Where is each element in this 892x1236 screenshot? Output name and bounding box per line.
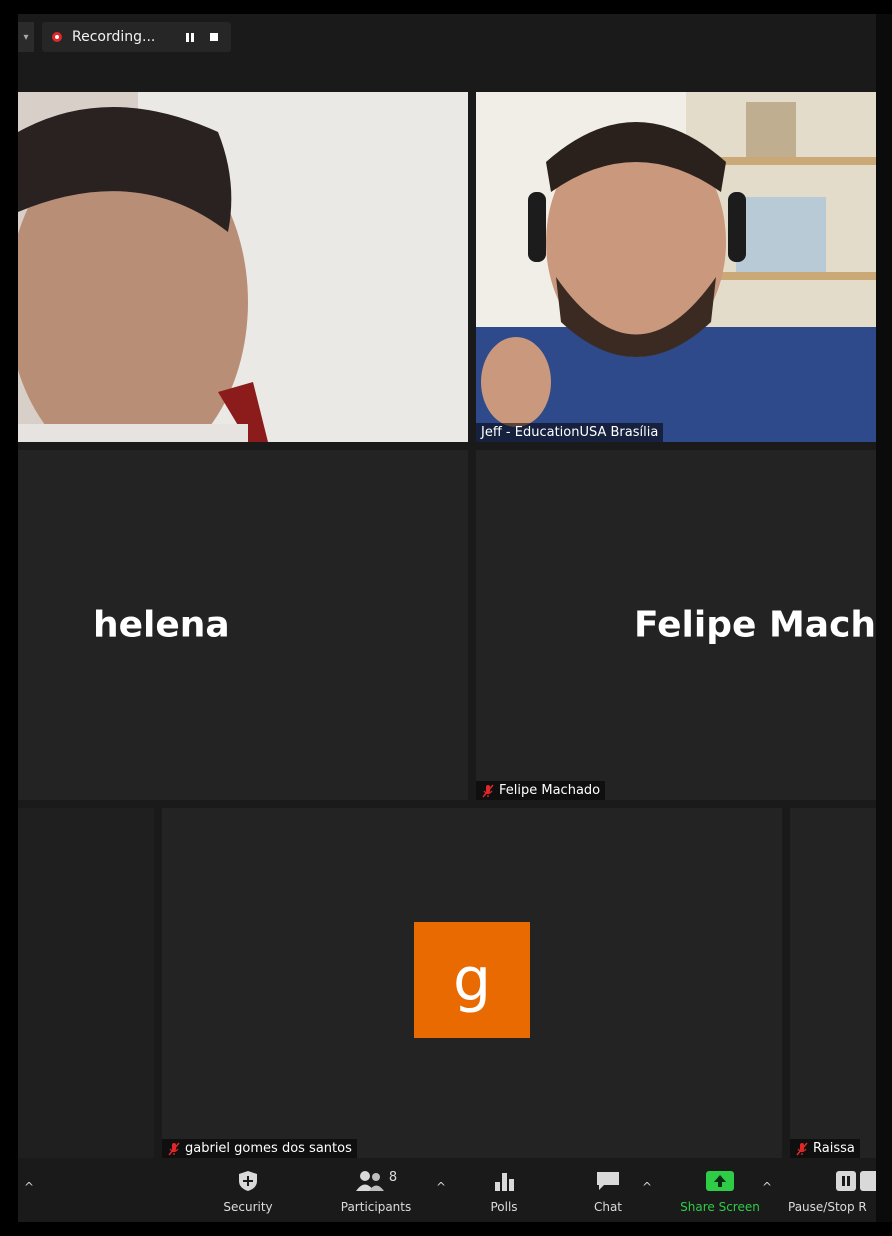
jeff-name: Jeff - EducationUSA Brasília bbox=[481, 425, 659, 440]
stop-icon bbox=[210, 33, 219, 41]
recording-indicator: Recording... bbox=[42, 22, 232, 52]
pause-stop-label: Pause/Stop R bbox=[788, 1200, 867, 1214]
participant-name-label: Felipe Machado bbox=[476, 781, 606, 800]
share-screen-button[interactable]: Share Screen bbox=[680, 1170, 760, 1214]
participant-tile-helena[interactable]: helena bbox=[18, 450, 468, 800]
participant-name-label: Raissa bbox=[790, 1139, 860, 1158]
pause-stop-recording-button[interactable]: Pause/Stop R bbox=[788, 1170, 876, 1214]
polls-label: Polls bbox=[490, 1200, 518, 1214]
pause-icon bbox=[186, 32, 195, 42]
chat-icon bbox=[597, 1172, 619, 1190]
view-options-caret[interactable]: ▾ bbox=[18, 22, 34, 52]
meeting-window: ▾ Recording... Jeff - EducationUSA Brasí… bbox=[18, 14, 876, 1222]
security-button[interactable]: Security bbox=[208, 1170, 288, 1214]
recording-dot-icon bbox=[52, 32, 62, 42]
muted-mic-icon bbox=[482, 784, 494, 797]
share-screen-icon bbox=[706, 1171, 734, 1191]
recording-bar: ▾ Recording... bbox=[18, 22, 232, 52]
gabriel-name: gabriel gomes dos santos bbox=[185, 1141, 352, 1156]
audio-options-caret[interactable]: ^ bbox=[24, 1180, 34, 1194]
pause-recording-button[interactable] bbox=[183, 30, 197, 44]
video-tile-jeff[interactable]: Jeff - EducationUSA Brasília bbox=[476, 92, 876, 442]
participants-count: 8 bbox=[388, 1170, 398, 1185]
participants-label: Participants bbox=[340, 1200, 412, 1214]
participant-tile-partial-left[interactable] bbox=[18, 808, 154, 1158]
felipe-name: Felipe Machado bbox=[499, 783, 601, 798]
window-edge bbox=[876, 14, 892, 1222]
chat-label: Chat bbox=[593, 1200, 623, 1214]
participant-name-label: Jeff - EducationUSA Brasília bbox=[476, 423, 664, 442]
helena-video-frame bbox=[18, 92, 468, 442]
jeff-video-frame bbox=[476, 92, 876, 442]
muted-mic-icon bbox=[796, 1142, 808, 1155]
polls-icon bbox=[495, 1173, 514, 1191]
participant-tile-gabriel[interactable]: g gabriel gomes dos santos bbox=[162, 808, 782, 1158]
security-label: Security bbox=[223, 1200, 273, 1214]
recording-label: Recording... bbox=[72, 29, 156, 45]
share-screen-options-caret[interactable]: ^ bbox=[762, 1180, 772, 1194]
chat-button[interactable]: Chat bbox=[568, 1170, 648, 1214]
participant-tile-raissa[interactable]: Raissa bbox=[790, 808, 876, 1158]
participant-tile-felipe[interactable]: Felipe Macha Felipe Machado bbox=[476, 450, 876, 800]
felipe-display-name: Felipe Macha bbox=[634, 604, 876, 646]
video-tile-helena[interactable] bbox=[18, 92, 468, 442]
participants-icon bbox=[355, 1171, 384, 1191]
participant-name-label: gabriel gomes dos santos bbox=[162, 1139, 357, 1158]
participants-button[interactable]: 8 Participants bbox=[336, 1170, 416, 1214]
pause-stop-icon bbox=[836, 1171, 876, 1191]
raissa-name: Raissa bbox=[813, 1141, 855, 1156]
meeting-toolbar: ^ Security 8 Participants ^ Polls Chat ^… bbox=[18, 1164, 876, 1222]
helena-display-name: helena bbox=[93, 604, 230, 646]
polls-button[interactable]: Polls bbox=[464, 1170, 544, 1214]
gabriel-avatar-initial: g bbox=[452, 945, 492, 1015]
stop-recording-button[interactable] bbox=[207, 30, 221, 44]
share-screen-label: Share Screen bbox=[680, 1200, 760, 1214]
shield-icon bbox=[239, 1171, 257, 1191]
chat-options-caret[interactable]: ^ bbox=[642, 1180, 652, 1194]
muted-mic-icon bbox=[168, 1142, 180, 1155]
gabriel-avatar: g bbox=[414, 922, 530, 1038]
participants-options-caret[interactable]: ^ bbox=[436, 1180, 446, 1194]
